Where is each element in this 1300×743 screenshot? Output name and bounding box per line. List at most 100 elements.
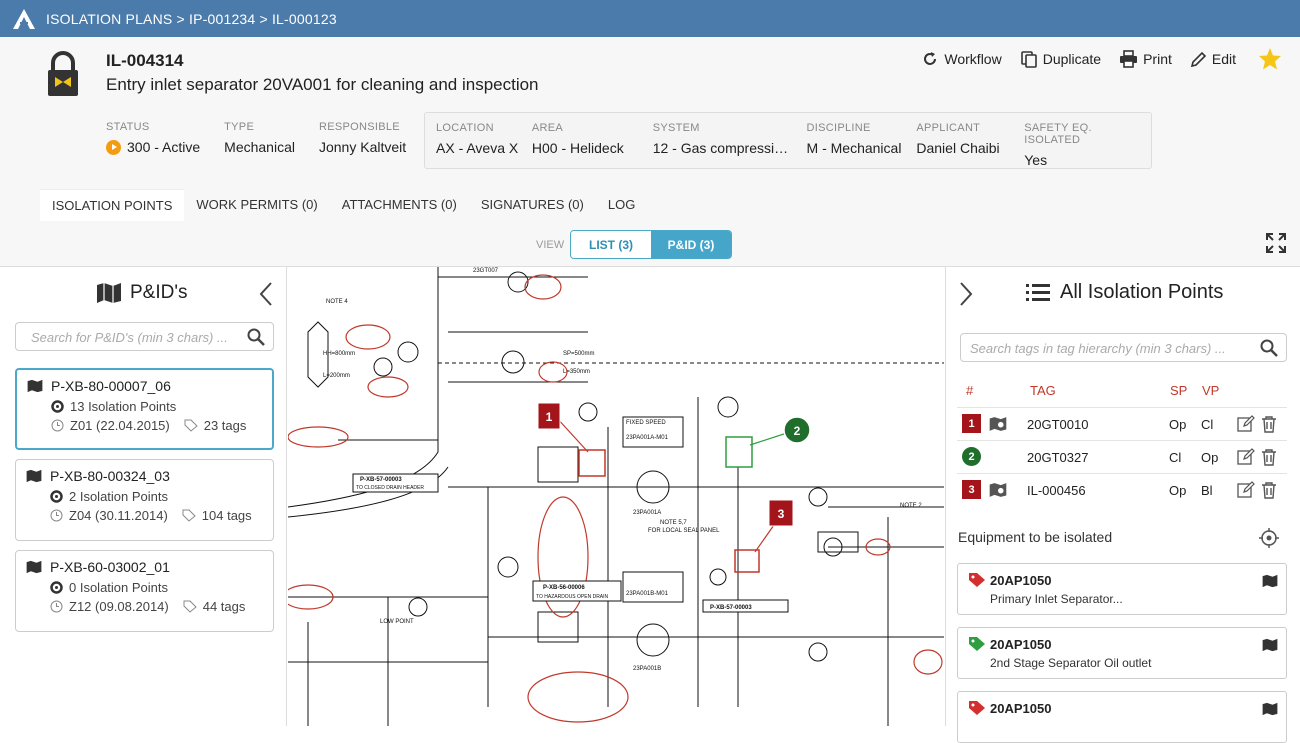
list-view-button[interactable]: LIST (3) [571,231,651,258]
pid-card[interactable]: P-XB-60-03002_01 0 Isolation Points Z12 … [15,550,274,632]
isolation-points-panel: All Isolation Points Search tags in tag … [945,267,1300,743]
fullscreen-icon[interactable] [1264,231,1288,260]
tab-isolation-points[interactable]: ISOLATION POINTS [40,189,185,221]
status-label: STATUS [106,121,150,133]
pid-card-points: 2 Isolation Points [69,489,169,504]
marker-2-label: 2 [794,424,801,438]
print-button[interactable]: Print [1119,50,1172,68]
lock-icon [46,51,80,102]
isolation-marker-3[interactable]: 3 [768,499,794,527]
tab-attachments[interactable]: ATTACHMENTS (0) [330,189,469,221]
col-tag[interactable]: TAG [1030,383,1056,398]
diagram-label: 23PA001B-M01 [626,591,669,597]
isolation-marker-2[interactable]: 2 [783,416,811,444]
meta-area: AREA H00 - Helideck [532,122,653,168]
equipment-card[interactable]: 20AP1050 2nd Stage Separator Oil outlet [957,627,1287,679]
target-icon [50,490,63,503]
top-bar: ISOLATION PLANS > IP-001234 > IL-000123 [0,0,1300,37]
equipment-card[interactable]: 20AP1050 Primary Inlet Separator... [957,563,1287,615]
edit-icon[interactable] [1237,481,1255,499]
col-sp[interactable]: SP [1170,383,1187,398]
clock-icon [50,509,63,522]
diagram-label: 23GT007 [473,268,499,274]
tag-search-input[interactable]: Search tags in tag hierarchy (min 3 char… [960,333,1287,362]
pid-search-input[interactable]: Search for P&ID's (min 3 chars) ... [15,322,274,351]
row-vp: Cl [1201,417,1214,432]
table-row[interactable]: 3 IL-000456 Op Bl [957,473,1287,505]
trash-icon[interactable] [1261,415,1277,433]
responsible-label: RESPONSIBLE [318,121,400,133]
duplicate-icon [1020,51,1037,68]
applicant-value: Daniel Chaibi [916,140,1000,156]
edit-icon[interactable] [1237,448,1255,466]
pid-card-tags: 23 tags [203,418,247,433]
equipment-desc: Primary Inlet Separator... [990,592,1123,606]
equipment-card[interactable]: 20AP1050 [957,691,1287,743]
edit-label: Edit [1211,51,1236,67]
pid-search-placeholder: Search for P&ID's (min 3 chars) ... [31,330,228,345]
col-vp[interactable]: VP [1202,383,1219,398]
tab-log[interactable]: LOG [596,189,647,221]
printer-icon [1120,50,1138,68]
tab-work-permits[interactable]: WORK PERMITS (0) [184,189,329,221]
list-icon [1026,283,1050,301]
collapse-right-chevron-icon[interactable] [958,281,974,312]
meta-responsible: RESPONSIBLE Jonny Kaltveit [319,121,406,155]
diagram-label: FIXED SPEED [626,420,666,426]
edit-icon[interactable] [1237,415,1255,433]
trash-icon[interactable] [1261,448,1277,466]
area-label: AREA [531,122,564,134]
search-icon[interactable] [247,328,265,346]
meta-status: STATUS 300 - Active [106,121,200,155]
pid-view-button[interactable]: P&ID (3) [651,231,731,258]
target-icon [51,400,64,413]
collapse-left-chevron-icon[interactable] [258,281,274,312]
breadcrumb[interactable]: ISOLATION PLANS > IP-001234 > IL-000123 [46,11,337,27]
edit-button[interactable]: Edit [1190,51,1236,68]
diagram-label: SP=500mm [563,351,595,357]
system-value: 12 - Gas compressi… [652,140,789,156]
diagram-label: NOTE 2 [900,503,922,509]
pid-card-tags: 104 tags [201,508,252,523]
workflow-button[interactable]: Workflow [921,50,1002,68]
diagram-label: TO CLOSED DRAIN HEADER [356,485,424,491]
tag-search-placeholder: Search tags in tag hierarchy (min 3 char… [970,341,1226,356]
discipline-label: DISCIPLINE [806,122,871,134]
equipment-tag: 20AP1050 [990,701,1052,716]
duplicate-button[interactable]: Duplicate [1020,50,1101,68]
table-row[interactable]: 2 20GT0327 Cl Op [957,440,1287,472]
meta-system: SYSTEM 12 - Gas compressi… [653,122,807,168]
clock-icon [50,600,63,613]
diagram-label: NOTE 4 [326,299,348,305]
type-value: Mechanical [224,139,295,155]
locate-crosshair-icon[interactable] [1259,528,1279,548]
pid-card-points: 0 Isolation Points [69,580,169,595]
location-value: AX - Aveva X [436,140,519,156]
trash-icon[interactable] [1261,481,1277,499]
map-icon[interactable] [1262,574,1278,588]
isolation-marker-1[interactable]: 1 [537,402,561,430]
pid-card-name: P-XB-80-00007_06 [51,378,171,394]
pid-card[interactable]: P-XB-80-00007_06 13 Isolation Points Z01… [15,368,274,450]
meta-left: STATUS 300 - Active TYPE Mechanical RESP… [106,121,430,155]
map-pin-icon [989,483,1007,497]
pid-card-points: 13 Isolation Points [70,399,177,414]
map-icon [27,379,43,393]
map-icon[interactable] [1262,702,1278,716]
pid-diagram-canvas[interactable]: 1 2 3 NOTE 4 23GT007 P-XB-57-00003 TO CL… [288,267,944,726]
tag-icon [969,573,985,587]
table-row[interactable]: 1 20GT0010 Op Cl [957,407,1287,439]
tab-signatures[interactable]: SIGNATURES (0) [469,189,596,221]
diagram-label: L=200mm [323,373,350,379]
map-icon[interactable] [1262,638,1278,652]
row-number-badge: 2 [962,447,981,466]
pid-card[interactable]: P-XB-80-00324_03 2 Isolation Points Z04 … [15,459,274,541]
favorite-star-icon[interactable] [1258,47,1282,71]
pid-card-tags: 44 tags [202,599,246,614]
app-logo-icon[interactable] [10,5,38,33]
tag-icon [182,509,196,522]
discipline-value: M - Mechanical [806,140,902,156]
search-icon[interactable] [1260,339,1278,357]
area-value: H00 - Helideck [531,140,624,156]
meta-applicant: APPLICANT Daniel Chaibi [916,122,1024,168]
